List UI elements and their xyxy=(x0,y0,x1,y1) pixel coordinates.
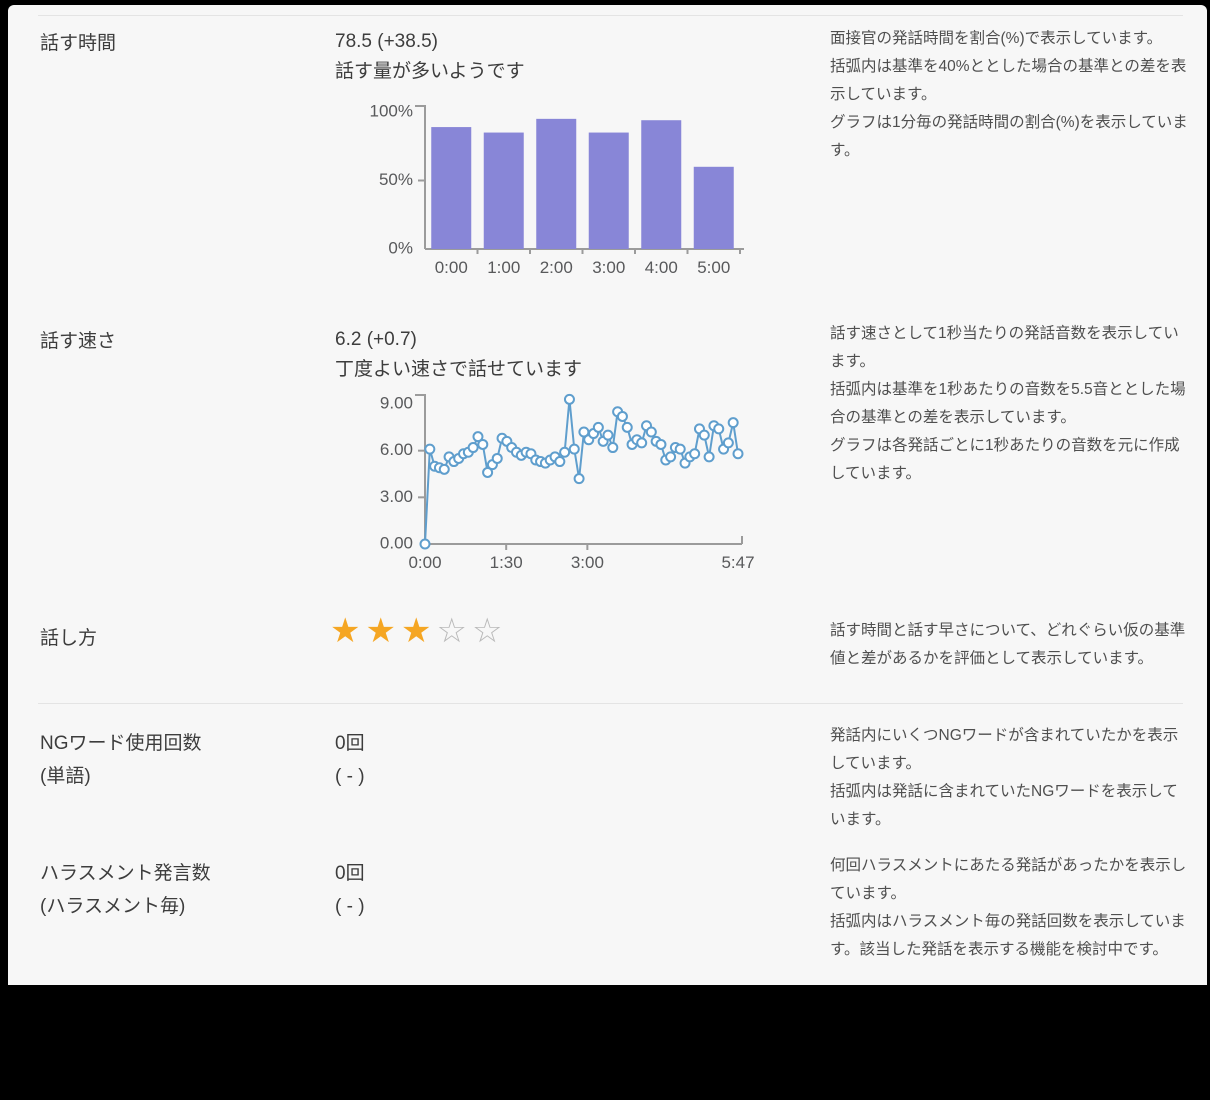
svg-text:3:00: 3:00 xyxy=(592,258,625,277)
metric-value-speaking-time: 78.5 (+38.5) xyxy=(335,31,438,52)
svg-text:3.00: 3.00 xyxy=(380,487,413,506)
description-ng-words: 発話内にいくつNGワードが含まれていたかを表示しています。 括弧内は発話に含まれ… xyxy=(830,727,1179,828)
metric-value-harassment: 0回 xyxy=(335,863,365,884)
metric-label-ng-words-sub: (単語) xyxy=(40,766,91,787)
description-speaking-style: 話す時間と話す早さについて、どれぐらい仮の基準値と差があるかを評価として表示して… xyxy=(830,622,1186,667)
metric-label-speaking-speed: 話す速さ xyxy=(40,331,117,352)
metric-label-ng-words: NGワード使用回数 xyxy=(40,733,202,754)
svg-text:0.00: 0.00 xyxy=(380,533,413,552)
metric-value-ng-words: 0回 xyxy=(335,733,365,754)
description-speaking-speed: 話す速さとして1秒当たりの発話音数を表示しています。 括弧内は基準を1秒あたりの… xyxy=(830,325,1186,482)
metric-comment-speaking-time: 話す量が多いようです xyxy=(335,61,525,82)
svg-text:0:00: 0:00 xyxy=(408,553,441,572)
star-filled-icon: ★ xyxy=(400,612,437,650)
metric-label-harassment-sub: (ハラスメント毎) xyxy=(40,896,186,917)
svg-text:0:00: 0:00 xyxy=(435,258,468,277)
svg-text:6.00: 6.00 xyxy=(380,440,413,459)
top-divider xyxy=(38,15,1183,16)
star-filled-icon: ★ xyxy=(330,612,366,650)
star-empty-icon: ☆ xyxy=(471,612,508,650)
svg-text:100%: 100% xyxy=(370,101,413,120)
metric-value-speaking-speed: 6.2 (+0.7) xyxy=(335,329,417,350)
svg-text:5:00: 5:00 xyxy=(697,258,730,277)
svg-text:2:00: 2:00 xyxy=(540,258,573,277)
description-speaking-time: 面接官の発話時間を割合(%)で表示しています。 括弧内は基準を40%ととした場合… xyxy=(830,30,1188,159)
svg-text:4:00: 4:00 xyxy=(645,258,678,277)
svg-text:1:30: 1:30 xyxy=(490,553,523,572)
metric-label-speaking-style: 話し方 xyxy=(40,628,98,649)
svg-text:1:00: 1:00 xyxy=(487,258,520,277)
metric-label-harassment: ハラスメント発言数 xyxy=(40,863,211,884)
speaking-speed-line-chart: 0.00 3.00 6.00 9.00 0:00 1:30 3:00 5:47 xyxy=(380,393,755,572)
metric-value-ng-words-sub: ( - ) xyxy=(335,766,365,787)
svg-text:9.00: 9.00 xyxy=(380,393,413,412)
svg-text:3:00: 3:00 xyxy=(571,553,604,572)
report-panel: 話す時間 78.5 (+38.5) 話す量が多いようです 0% 50% 100% 0:… xyxy=(8,5,1207,985)
section-divider xyxy=(38,703,1183,704)
metric-value-harassment-sub: ( - ) xyxy=(335,896,365,917)
star-empty-icon: ☆ xyxy=(436,612,472,650)
speaking-time-bar-chart: 0% 50% 100% 0:00 1:00 2:00 3:00 4:00 5:00 xyxy=(370,101,744,277)
star-filled-icon: ★ xyxy=(365,612,401,650)
description-harassment: 何回ハラスメントにあたる発話があったかを表示しています。 括弧内はハラスメント毎… xyxy=(830,857,1187,958)
svg-text:5:47: 5:47 xyxy=(721,553,754,572)
svg-text:50%: 50% xyxy=(379,170,413,189)
svg-text:0%: 0% xyxy=(388,238,413,257)
metric-label-speaking-time: 話す時間 xyxy=(40,33,117,54)
speaking-style-star-rating: ★★★☆☆ xyxy=(330,611,507,651)
